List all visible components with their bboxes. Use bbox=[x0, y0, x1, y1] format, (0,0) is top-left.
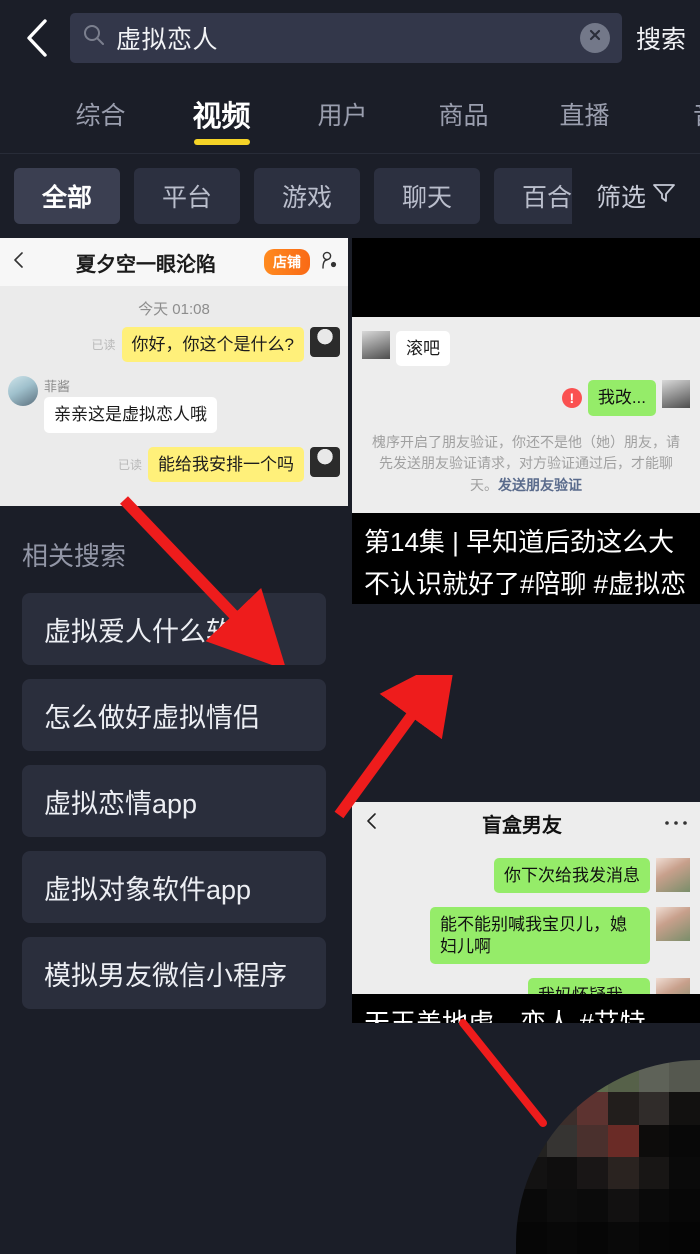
chat-bubble: 你下次给我发消息 bbox=[494, 858, 650, 893]
clear-search-button[interactable] bbox=[580, 23, 610, 53]
tab-yinyue[interactable]: 音 bbox=[645, 75, 700, 153]
back-chevron-icon bbox=[364, 812, 380, 835]
filter-chip-platform[interactable]: 平台 bbox=[134, 168, 240, 224]
video-title: 天王盖地虎…恋人 #艾特… bbox=[364, 1002, 688, 1023]
video-meta-2: 第14集 | 早知道后劲这么大不认识就好了#陪聊 #虚拟恋人 #聊天记录 bbox=[352, 513, 700, 604]
more-dots-icon bbox=[664, 814, 688, 832]
read-receipt: 已读 bbox=[92, 336, 116, 353]
chat-message-row: ! 我改... bbox=[362, 380, 690, 415]
related-search-item-4[interactable]: 虚拟对象软件app bbox=[22, 851, 326, 923]
tab-label: 音 bbox=[693, 96, 700, 132]
back-chevron-icon bbox=[10, 251, 28, 274]
chat-bubble: 能给我安排一个吗 bbox=[148, 447, 304, 482]
close-icon bbox=[587, 27, 603, 48]
tab-label: 商品 bbox=[438, 96, 488, 132]
chat-messages: 今天 01:08 已读 你好，你这个是什么? 菲酱 亲亲这是虚拟恋人哦 bbox=[0, 286, 348, 502]
censor-mosaic bbox=[516, 1060, 700, 1254]
tab-label: 视频 bbox=[192, 93, 250, 135]
related-search-title: 相关搜索 bbox=[22, 536, 326, 573]
filter-chip-all[interactable]: 全部 bbox=[14, 168, 120, 224]
related-search-section: 相关搜索 虚拟爱人什么软件 怎么做好虚拟情侣 虚拟恋情app 虚拟对象软件app… bbox=[0, 510, 348, 1023]
add-contact-icon bbox=[318, 250, 338, 275]
tab-label: 直播 bbox=[559, 96, 609, 132]
search-icon bbox=[82, 23, 106, 52]
grid-column-left: 夏夕空一眼沦陷 店铺 今天 01:08 bbox=[0, 238, 348, 1023]
tab-label: 综合 bbox=[75, 96, 125, 132]
related-search-item-1[interactable]: 虚拟爱人什么软件 bbox=[22, 593, 326, 665]
chat-message-row: 能不能别喊我宝贝儿，媳妇儿啊 bbox=[362, 907, 690, 964]
related-search-item-2[interactable]: 怎么做好虚拟情侣 bbox=[22, 679, 326, 751]
chat-message-row: 你下次给我发消息 bbox=[362, 858, 690, 893]
video-card-3[interactable]: 盲盒男友 你下次给我发消息 能不能别喊我宝贝儿 bbox=[352, 802, 700, 1023]
avatar bbox=[662, 380, 690, 408]
search-bar: 虚拟恋人 搜索 bbox=[0, 0, 700, 75]
tab-zonghe[interactable]: 综合 bbox=[40, 75, 161, 153]
chat-sender-nickname: 菲酱 bbox=[44, 376, 217, 395]
chat-bubble: 我改... bbox=[588, 380, 656, 415]
grid-column-right: 滚吧 ! 我改... 槐序开启了朋友验证，你还不是他（她）朋友，请先发送朋友验证… bbox=[352, 238, 700, 1023]
chat-bubble: 能不能别喊我宝贝儿，媳妇儿啊 bbox=[430, 907, 650, 964]
back-button[interactable] bbox=[14, 15, 60, 61]
chat-messages: 你下次给我发消息 能不能别喊我宝贝儿，媳妇儿啊 我妈怀疑我… bbox=[352, 844, 700, 994]
related-search-item-5[interactable]: 模拟男友微信小程序 bbox=[22, 937, 326, 1009]
read-receipt: 已读 bbox=[118, 456, 142, 473]
chat-system-message: 槐序开启了朋友验证，你还不是他（她）朋友，请先发送朋友验证请求，对方验证通过后，… bbox=[362, 430, 690, 499]
filter-chip-game[interactable]: 游戏 bbox=[254, 168, 360, 224]
category-tabs: 综合 视频 用户 商品 直播 音 bbox=[0, 75, 700, 153]
filter-label: 筛选 bbox=[596, 178, 646, 214]
back-chevron-icon bbox=[24, 18, 50, 58]
tab-shangpin[interactable]: 商品 bbox=[403, 75, 524, 153]
system-message-link[interactable]: 发送朋友验证 bbox=[498, 477, 582, 493]
video-meta-3: 天王盖地虎…恋人 #艾特… bbox=[352, 994, 700, 1023]
chat-bubble: 你好，你这个是什么? bbox=[122, 327, 304, 362]
chat-contact-name: 盲盒男友 bbox=[380, 809, 664, 838]
chat-bubble: 滚吧 bbox=[396, 331, 450, 366]
related-search-item-3[interactable]: 虚拟恋情app bbox=[22, 765, 326, 837]
chat-message-row: 菲酱 亲亲这是虚拟恋人哦 bbox=[8, 376, 340, 432]
chat-header: 盲盒男友 bbox=[352, 802, 700, 844]
search-input[interactable]: 虚拟恋人 bbox=[70, 13, 622, 63]
chat-message-row: 已读 你好，你这个是什么? bbox=[8, 327, 340, 362]
video-thumbnail-3: 盲盒男友 你下次给我发消息 能不能别喊我宝贝儿 bbox=[352, 802, 700, 994]
tab-zhibo[interactable]: 直播 bbox=[524, 75, 645, 153]
chat-bubble: 我妈怀疑我… bbox=[528, 978, 650, 994]
avatar bbox=[656, 907, 690, 941]
video-title: 第14集 | 早知道后劲这么大不认识就好了#陪聊 #虚拟恋人 #聊天记录 bbox=[364, 521, 688, 604]
avatar bbox=[8, 376, 38, 406]
send-error-icon: ! bbox=[562, 388, 582, 408]
avatar bbox=[310, 327, 340, 357]
video-thumbnail-1: 夏夕空一眼沦陷 店铺 今天 01:08 bbox=[0, 238, 348, 506]
search-submit-button[interactable]: 搜索 bbox=[632, 20, 686, 56]
chat-message-row: 我妈怀疑我… bbox=[362, 978, 690, 994]
tab-shipin[interactable]: 视频 bbox=[161, 75, 282, 153]
chat-message-row: 滚吧 bbox=[362, 331, 690, 366]
chat-header: 夏夕空一眼沦陷 店铺 bbox=[0, 238, 348, 286]
shop-badge: 店铺 bbox=[264, 249, 310, 275]
video-results-grid: 夏夕空一眼沦陷 店铺 今天 01:08 bbox=[0, 238, 700, 1023]
avatar bbox=[310, 447, 340, 477]
filter-chip-row: 全部 平台 游戏 聊天 百合 筛选 bbox=[0, 154, 700, 238]
tab-yonghu[interactable]: 用户 bbox=[282, 75, 403, 153]
filter-chip-chat[interactable]: 聊天 bbox=[374, 168, 480, 224]
video-card-1[interactable]: 夏夕空一眼沦陷 店铺 今天 01:08 bbox=[0, 238, 348, 506]
filter-button[interactable]: 筛选 bbox=[572, 154, 700, 238]
avatar bbox=[362, 331, 390, 359]
avatar bbox=[656, 858, 690, 892]
video-card-2[interactable]: 滚吧 ! 我改... 槐序开启了朋友验证，你还不是他（她）朋友，请先发送朋友验证… bbox=[352, 238, 700, 604]
search-query-text: 虚拟恋人 bbox=[116, 20, 570, 56]
video-thumbnail-2: 滚吧 ! 我改... 槐序开启了朋友验证，你还不是他（她）朋友，请先发送朋友验证… bbox=[352, 317, 700, 513]
tab-label: 用户 bbox=[317, 96, 367, 132]
chat-contact-name: 夏夕空一眼沦陷 bbox=[36, 248, 256, 277]
chat-message-row: 已读 能给我安排一个吗 bbox=[8, 447, 340, 482]
chat-bubble: 亲亲这是虚拟恋人哦 bbox=[44, 397, 217, 432]
funnel-icon bbox=[652, 182, 676, 211]
chat-messages: 滚吧 ! 我改... 槐序开启了朋友验证，你还不是他（她）朋友，请先发送朋友验证… bbox=[352, 317, 700, 505]
search-results-page: 虚拟恋人 搜索 综合 视频 用户 商品 直播 bbox=[0, 0, 700, 1254]
avatar bbox=[656, 978, 690, 994]
chat-timestamp: 今天 01:08 bbox=[8, 298, 340, 319]
